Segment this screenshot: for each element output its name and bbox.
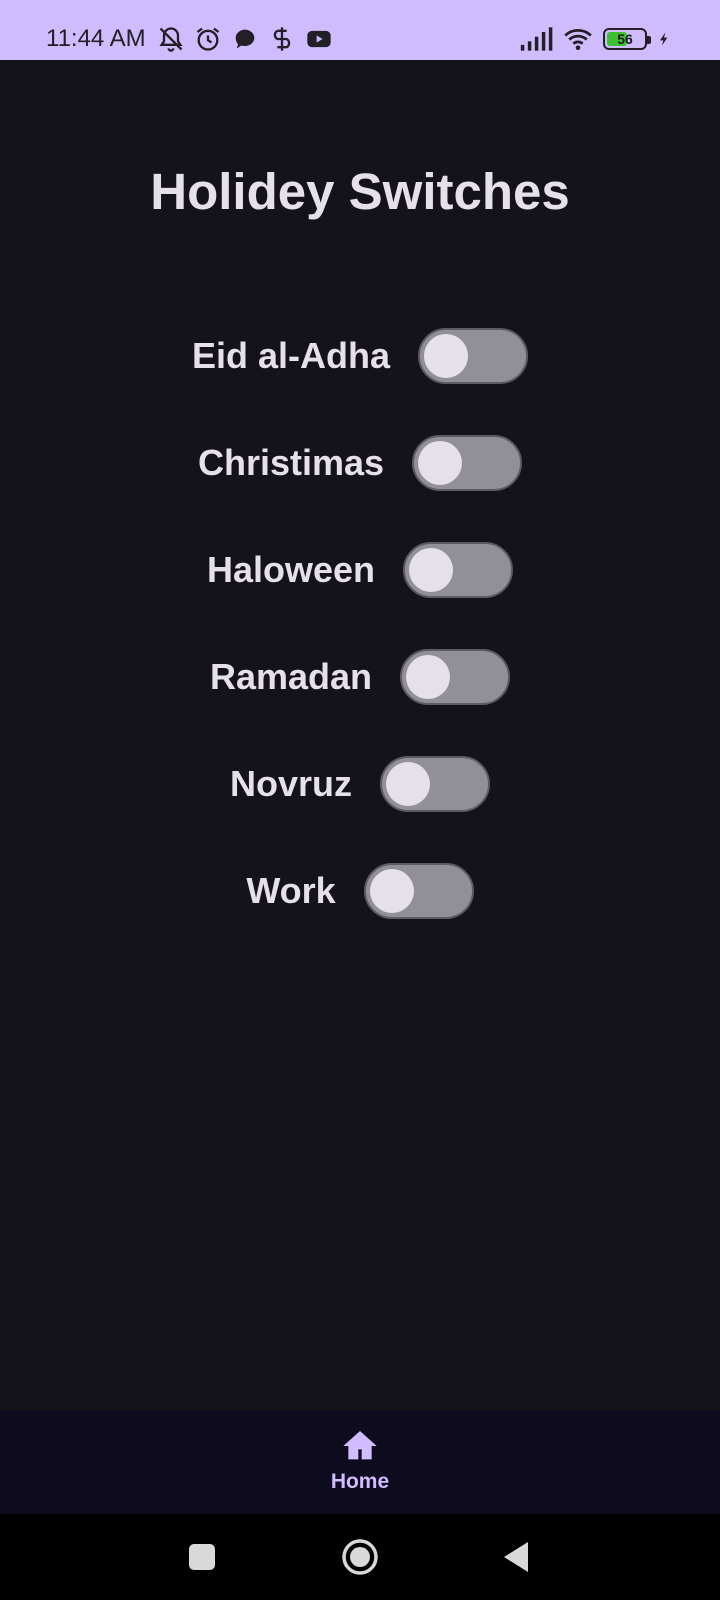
status-time: 11:44 AM xyxy=(46,25,146,52)
toggle-switch[interactable] xyxy=(412,435,523,491)
bottom-navigation: Home xyxy=(0,1410,720,1514)
switch-row: Haloween xyxy=(0,542,720,649)
toggle-thumb xyxy=(424,334,469,378)
youtube-icon xyxy=(306,30,331,48)
switch-label: Christimas xyxy=(197,442,385,483)
toggle-switch[interactable] xyxy=(363,863,474,919)
chat-bubble-icon xyxy=(235,29,254,49)
back-button[interactable] xyxy=(494,1534,540,1580)
status-left: 11:44 AM xyxy=(46,24,333,54)
bell-muted-icon xyxy=(159,27,183,52)
toggle-thumb xyxy=(406,655,451,699)
recents-button[interactable] xyxy=(179,1534,225,1580)
wifi-icon xyxy=(564,28,592,51)
toggle-thumb xyxy=(418,441,463,485)
charging-icon xyxy=(660,32,668,46)
toggle-switch[interactable] xyxy=(418,328,529,384)
switch-row: Ramadan xyxy=(0,649,720,756)
battery-icon: 56 xyxy=(603,28,651,50)
nav-item-home-label: Home xyxy=(330,1470,390,1493)
toggle-switch[interactable] xyxy=(400,649,511,705)
alarm-icon xyxy=(196,27,219,51)
switch-row: Novruz xyxy=(0,756,720,863)
switch-label: Novruz xyxy=(229,763,352,804)
toggle-switch[interactable] xyxy=(403,542,514,598)
status-right: 56 xyxy=(519,24,672,54)
toggle-thumb xyxy=(409,548,454,592)
switch-row: Eid al-Adha xyxy=(0,328,720,435)
notification-app-icon xyxy=(273,27,290,51)
switch-row: Christimas xyxy=(0,435,720,542)
toggle-thumb xyxy=(386,762,430,806)
nav-item-home[interactable]: Home xyxy=(310,1426,410,1506)
toggle-switch[interactable] xyxy=(380,756,490,812)
switch-label: Eid al-Adha xyxy=(191,335,391,376)
battery-percent: 56 xyxy=(617,31,633,47)
signal-icon xyxy=(520,27,553,51)
home-button[interactable] xyxy=(337,1534,383,1580)
holiday-switch-list: Eid al-Adha Christimas Haloween Ramadan Novr… xyxy=(0,328,720,970)
toggle-thumb xyxy=(369,869,414,913)
switch-row: Work xyxy=(0,863,720,970)
home-icon xyxy=(343,1431,377,1460)
switch-label: Work xyxy=(246,870,336,911)
switch-label: Ramadan xyxy=(209,656,373,697)
status-bar: 11:44 AM 56 xyxy=(0,0,720,60)
switch-label: Haloween xyxy=(206,549,376,590)
page-title: Holidey Switches xyxy=(150,163,570,220)
system-navigation-bar xyxy=(0,1514,720,1600)
